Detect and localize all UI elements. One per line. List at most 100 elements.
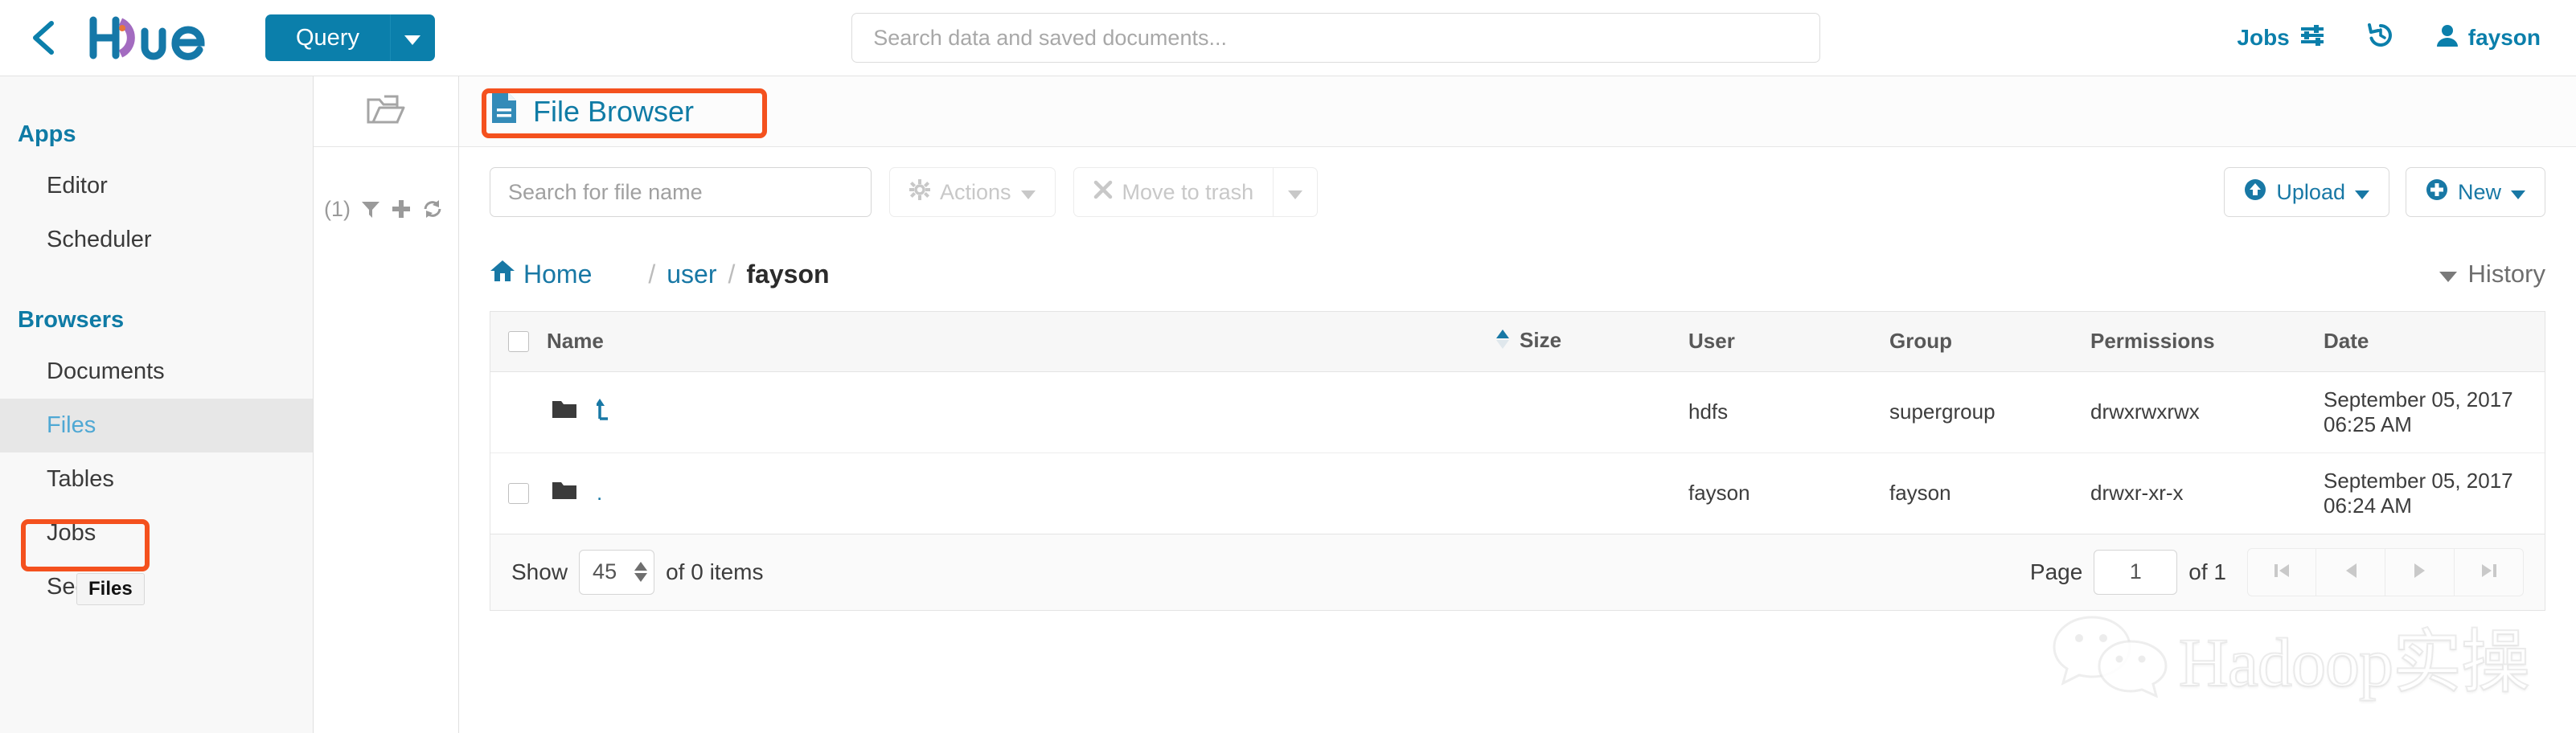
caret-down-icon	[2511, 180, 2525, 205]
move-to-trash-button[interactable]: Move to trash	[1073, 167, 1274, 217]
caret-down-icon	[2439, 260, 2457, 289]
sidebar-item-editor[interactable]: Editor	[0, 159, 313, 213]
chevron-left-icon	[29, 18, 59, 57]
new-label: New	[2457, 179, 2501, 204]
row-name-cell[interactable]	[547, 371, 1495, 453]
top-header-bar: Query Jobs	[0, 0, 2576, 76]
last-page-button[interactable]	[2455, 547, 2524, 596]
global-search-input[interactable]	[851, 13, 1821, 63]
file-toolbar: Actions Move to trash	[459, 147, 2576, 237]
file-browser-title[interactable]: File Browser	[490, 91, 694, 132]
column-header-select-all[interactable]	[490, 312, 547, 372]
actions-button[interactable]: Actions	[889, 167, 1056, 217]
page-total-label: of 1	[2188, 559, 2226, 584]
jobs-nav-item[interactable]: Jobs	[2237, 23, 2324, 53]
app-body: Apps Editor Scheduler Browsers Documents…	[0, 76, 2576, 733]
history-label: History	[2467, 260, 2545, 288]
query-split-button[interactable]: Query	[265, 14, 435, 61]
column-header-size[interactable]: Size	[1495, 312, 1688, 372]
row-name-cell[interactable]: .	[547, 452, 1495, 534]
assist-panel-column: (1)	[314, 76, 459, 733]
table-row[interactable]: hdfs supergroup drwxrwxrwx September 05,…	[490, 371, 2545, 453]
breadcrumb-home[interactable]: Home	[490, 259, 592, 289]
breadcrumb-item-fayson: fayson	[746, 259, 830, 289]
assist-folder-toggle[interactable]	[314, 76, 458, 147]
page-size-value: 45	[593, 559, 617, 584]
table-header-row: Name Size User Group Permissions Date	[490, 312, 2545, 372]
caret-left-icon	[2344, 559, 2358, 585]
column-header-permissions[interactable]: Permissions	[2090, 312, 2324, 372]
breadcrumb-home-label: Home	[523, 259, 593, 289]
sidebar-item-files[interactable]: Files	[0, 399, 313, 452]
file-search-input[interactable]	[490, 167, 872, 217]
query-button[interactable]: Query	[265, 14, 390, 61]
left-sidebar: Apps Editor Scheduler Browsers Documents…	[0, 76, 314, 733]
sidebar-group-title-apps: Apps	[18, 121, 76, 147]
next-page-button[interactable]	[2385, 547, 2455, 596]
move-to-trash-label: Move to trash	[1122, 179, 1254, 204]
global-search-container	[435, 13, 2237, 63]
page-number-input[interactable]	[2094, 549, 2178, 595]
file-document-icon	[490, 91, 519, 132]
step-backward-icon	[2272, 559, 2291, 585]
toolbar-right-actions: Upload New	[2224, 167, 2545, 217]
sidebar-item-tables[interactable]: Tables	[0, 452, 313, 506]
stepper-arrows-icon[interactable]	[634, 562, 648, 583]
plus-circle-icon	[2426, 178, 2448, 207]
step-forward-icon	[2480, 559, 2499, 585]
row-user-cell: hdfs	[1688, 371, 1889, 453]
table-row[interactable]: . fayson fayson drwxr-xr-x September 05,…	[490, 452, 2545, 534]
previous-page-button[interactable]	[2316, 547, 2385, 596]
history-nav-button[interactable]	[2367, 22, 2394, 55]
column-header-group[interactable]: Group	[1889, 312, 2090, 372]
row-permissions-cell: drwxrwxrwx	[2090, 371, 2324, 453]
main-content-area: File Browser Search for file name Action…	[459, 76, 2576, 733]
row-user-cell: fayson	[1688, 481, 1750, 506]
select-all-checkbox[interactable]	[508, 330, 529, 352]
move-to-trash-split-button: Move to trash	[1073, 167, 1319, 217]
row-select-cell[interactable]	[490, 452, 547, 534]
filter-icon[interactable]	[360, 199, 381, 219]
history-icon	[2367, 22, 2394, 55]
page-label: Page	[2029, 559, 2083, 584]
pagination-buttons	[2247, 547, 2524, 596]
sidebar-item-scheduler[interactable]: Scheduler	[0, 213, 313, 267]
hue-logo[interactable]	[88, 15, 257, 60]
first-page-button[interactable]	[2247, 547, 2316, 596]
row-checkbox[interactable]	[508, 482, 529, 504]
sidebar-item-documents[interactable]: Documents	[0, 345, 313, 399]
column-header-date[interactable]: Date	[2324, 312, 2545, 372]
sort-asc-icon	[1495, 329, 1510, 355]
new-button[interactable]: New	[2405, 167, 2545, 217]
query-dropdown-toggle[interactable]	[389, 14, 435, 61]
user-menu[interactable]: fayson	[2436, 23, 2541, 53]
row-name-label[interactable]: .	[597, 481, 602, 506]
page-size-stepper[interactable]: 45	[579, 549, 655, 595]
breadcrumb: Home / user / fayson	[490, 259, 830, 289]
file-list-table: Name Size User Group Permissions Date hd…	[490, 312, 2545, 534]
row-size-cell	[1495, 371, 1688, 453]
row-group-cell: supergroup	[1889, 371, 2090, 453]
plus-icon[interactable]	[391, 199, 412, 219]
sidebar-item-security[interactable]: Security	[0, 560, 313, 614]
row-select-cell	[490, 371, 547, 453]
upload-button[interactable]: Upload	[2224, 167, 2389, 217]
caret-down-icon	[1020, 180, 1036, 205]
arrow-up-parent-icon[interactable]	[595, 398, 614, 426]
sidebar-item-jobs[interactable]: Jobs	[0, 506, 313, 560]
breadcrumb-separator: /	[648, 259, 656, 289]
column-header-user[interactable]: User	[1688, 312, 1889, 372]
items-count-label: of 0 items	[666, 559, 764, 584]
history-toggle[interactable]: History	[2439, 260, 2545, 289]
gear-icon	[909, 178, 930, 206]
row-date-cell: September 05, 2017 06:25 AM	[2324, 371, 2545, 453]
breadcrumb-row: Home / user / fayson History	[459, 237, 2576, 311]
move-to-trash-dropdown-toggle[interactable]	[1273, 167, 1319, 217]
caret-down-icon	[2354, 180, 2369, 205]
refresh-icon[interactable]	[421, 199, 444, 219]
breadcrumb-item-user[interactable]: user	[667, 260, 716, 289]
back-button[interactable]	[0, 18, 88, 57]
column-header-name[interactable]: Name	[547, 312, 1495, 372]
arrow-circle-up-icon	[2244, 178, 2266, 207]
breadcrumb-separator-2: /	[728, 259, 736, 289]
